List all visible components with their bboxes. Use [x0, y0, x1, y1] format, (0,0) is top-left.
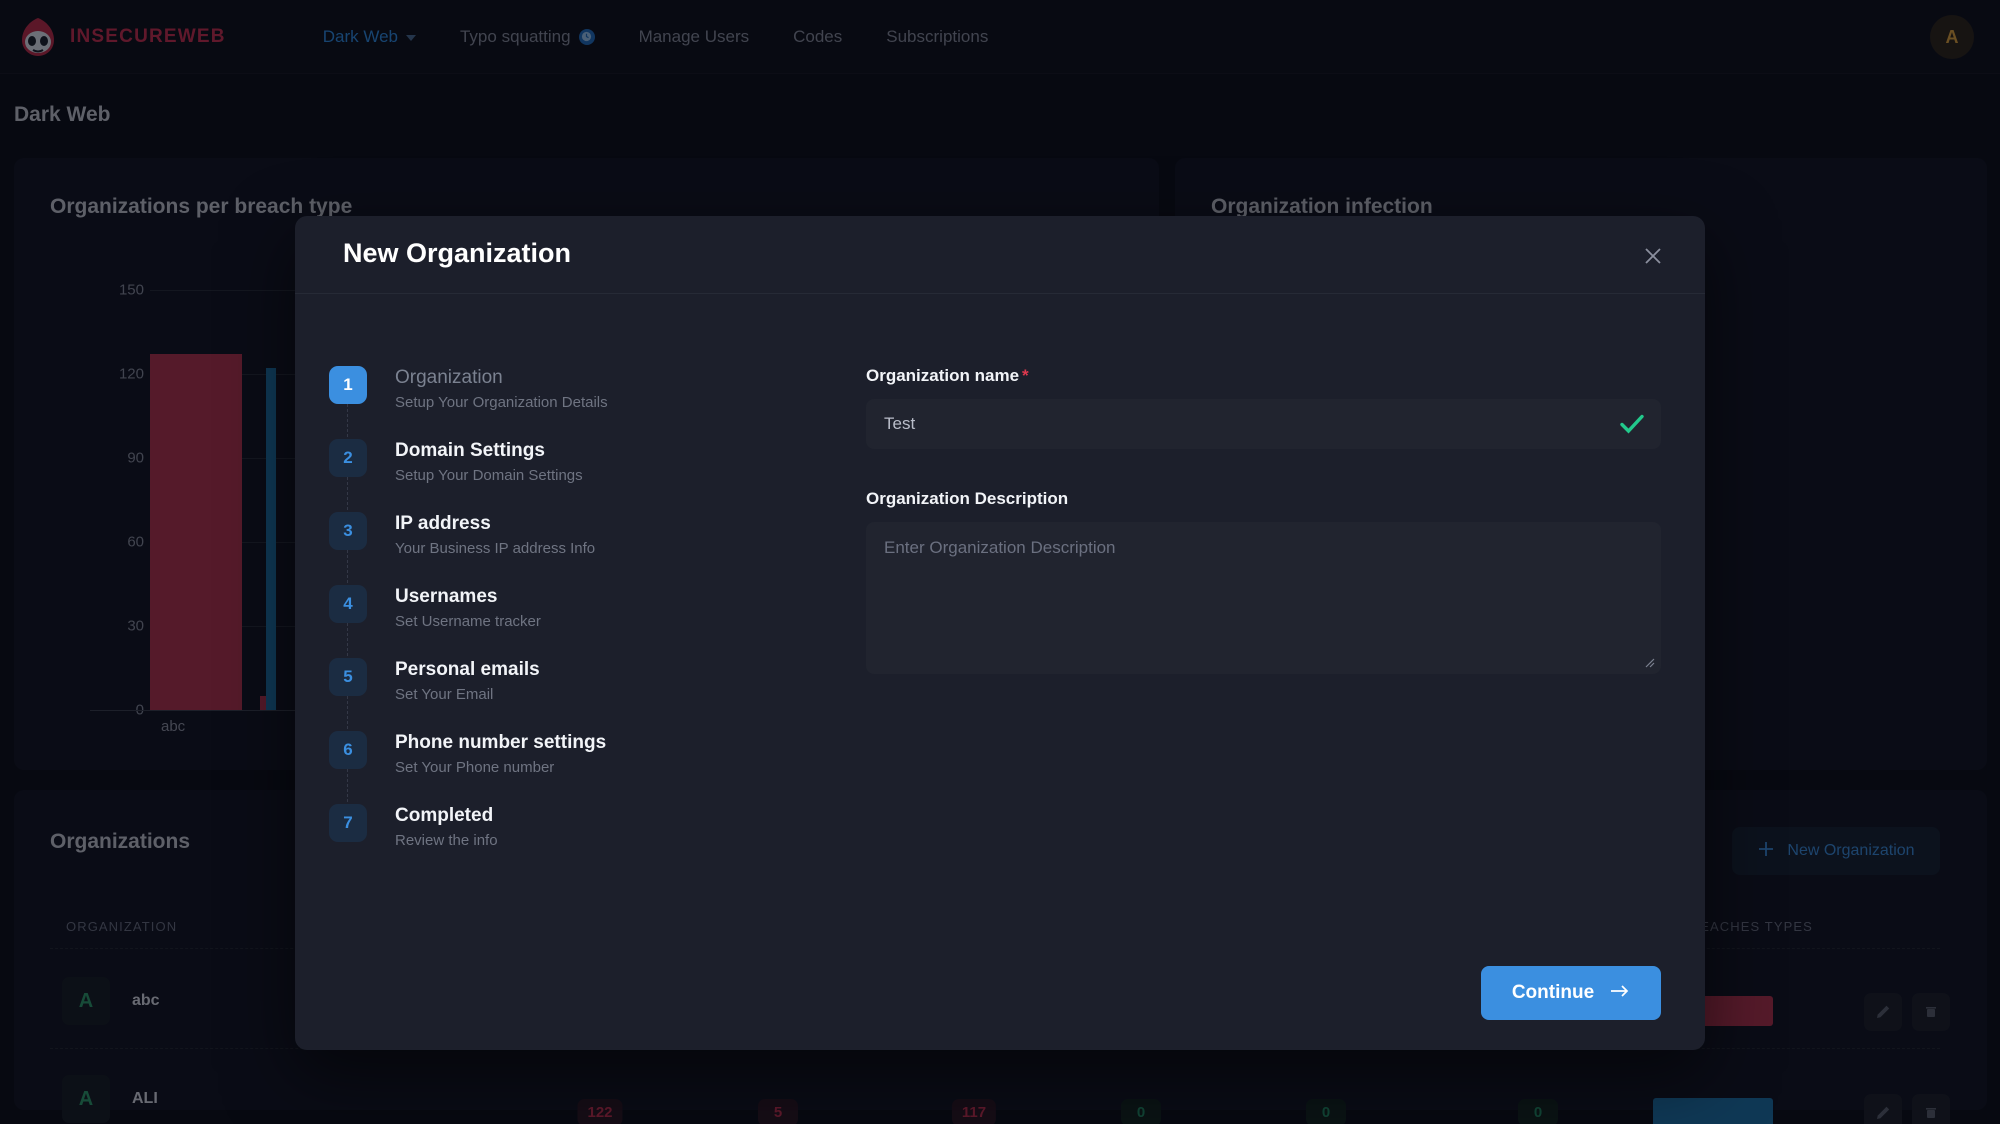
step-label: Completed [395, 804, 498, 828]
label-text: Organization name [866, 366, 1019, 385]
check-icon [1619, 411, 1645, 442]
step-number-badge: 4 [329, 585, 367, 623]
step-label: Personal emails [395, 658, 540, 682]
continue-button[interactable]: Continue [1481, 966, 1661, 1020]
step-label: Organization [395, 366, 608, 390]
organization-name-input[interactable] [866, 399, 1661, 449]
step-label: Domain Settings [395, 439, 583, 463]
app-root: INSECUREWEB Dark Web Typo squatting Mana… [0, 0, 2000, 1124]
step-subtitle: Review the info [395, 832, 498, 849]
organization-description-label: Organization Description [866, 489, 1661, 509]
close-icon [1642, 245, 1664, 267]
step-subtitle: Setup Your Organization Details [395, 394, 608, 411]
required-marker: * [1022, 366, 1029, 385]
step-number-badge: 7 [329, 804, 367, 842]
wizard-step-2[interactable]: 2 Domain Settings Setup Your Domain Settin… [329, 439, 889, 512]
step-subtitle: Set Your Phone number [395, 759, 606, 776]
step-number-badge: 5 [329, 658, 367, 696]
step-subtitle: Set Your Email [395, 686, 540, 703]
organization-form: Organization name* Organization Descript… [866, 366, 1661, 679]
wizard-step-4[interactable]: 4 Usernames Set Username tracker [329, 585, 889, 658]
step-text: Completed Review the info [395, 804, 498, 877]
step-text: Usernames Set Username tracker [395, 585, 541, 658]
step-label: Phone number settings [395, 731, 606, 755]
step-number-badge: 1 [329, 366, 367, 404]
step-number-badge: 3 [329, 512, 367, 550]
organization-description-field-wrap [866, 522, 1661, 679]
spacer [866, 449, 1661, 489]
wizard-stepper: 1 Organization Setup Your Organization Det… [329, 366, 889, 877]
continue-label: Continue [1512, 982, 1594, 1004]
step-text: Phone number settings Set Your Phone numb… [395, 731, 606, 804]
arrow-right-icon [1610, 982, 1630, 1004]
step-subtitle: Your Business IP address Info [395, 540, 595, 557]
step-number-badge: 6 [329, 731, 367, 769]
step-text: Personal emails Set Your Email [395, 658, 540, 731]
organization-description-textarea[interactable] [866, 522, 1661, 674]
wizard-step-5[interactable]: 5 Personal emails Set Your Email [329, 658, 889, 731]
step-subtitle: Setup Your Domain Settings [395, 467, 583, 484]
modal-title: New Organization [343, 238, 571, 269]
organization-name-field-wrap [866, 399, 1661, 449]
organization-name-label: Organization name* [866, 366, 1661, 386]
step-text: Domain Settings Setup Your Domain Setting… [395, 439, 583, 512]
wizard-step-1[interactable]: 1 Organization Setup Your Organization Det… [329, 366, 889, 439]
step-text: Organization Setup Your Organization Deta… [395, 366, 608, 439]
wizard-step-6[interactable]: 6 Phone number settings Set Your Phone num… [329, 731, 889, 804]
modal-body: 1 Organization Setup Your Organization Det… [295, 294, 1705, 1050]
close-modal-button[interactable] [1635, 238, 1671, 274]
step-subtitle: Set Username tracker [395, 613, 541, 630]
wizard-step-3[interactable]: 3 IP address Your Business IP address Info [329, 512, 889, 585]
step-label: IP address [395, 512, 595, 536]
modal-header: New Organization [295, 216, 1705, 294]
wizard-step-7[interactable]: 7 Completed Review the info [329, 804, 889, 877]
step-label: Usernames [395, 585, 541, 609]
step-number-badge: 2 [329, 439, 367, 477]
step-text: IP address Your Business IP address Info [395, 512, 595, 585]
new-organization-modal: New Organization 1 Organization Setup Your… [295, 216, 1705, 1050]
